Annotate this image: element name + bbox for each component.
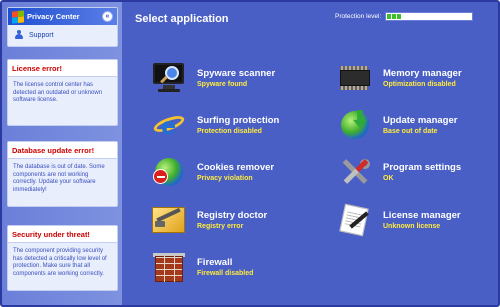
page-title: Select application bbox=[135, 13, 229, 25]
app-name: License manager bbox=[383, 210, 461, 221]
warning-title: Security under threat! bbox=[8, 226, 117, 243]
security-threat-panel: Security under threat! The component pro… bbox=[7, 225, 118, 291]
app-status: Base out of date bbox=[383, 128, 438, 135]
warning-text: The license control center has detected … bbox=[13, 82, 103, 103]
app-status: Registry error bbox=[197, 223, 244, 230]
privacy-center-header[interactable]: Privacy Center « bbox=[8, 8, 117, 25]
license-document-icon bbox=[338, 203, 372, 237]
app-license-manager[interactable]: License manager Unknown license bbox=[338, 201, 461, 239]
protection-level: Protection level: bbox=[335, 12, 474, 21]
app-firewall[interactable]: Firewall Firewall disabled bbox=[152, 248, 253, 286]
app-memory-manager[interactable]: Memory manager Optimization disabled bbox=[338, 59, 462, 97]
app-surfing-protection[interactable]: e Surfing protection Protection disabled bbox=[151, 106, 280, 144]
monitor-scan-icon bbox=[152, 61, 186, 95]
globe-block-icon bbox=[152, 155, 186, 189]
internet-explorer-icon: e bbox=[151, 108, 187, 142]
warning-text: The component providing security has det… bbox=[13, 248, 107, 277]
app-name: Firewall bbox=[197, 257, 233, 268]
support-user-icon bbox=[14, 30, 24, 40]
memory-chip-icon bbox=[338, 61, 372, 95]
database-error-panel: Database update error! The database is o… bbox=[7, 141, 118, 207]
app-program-settings[interactable]: Program settings OK bbox=[338, 153, 461, 191]
app-status: Unknown license bbox=[383, 223, 441, 230]
warning-title: Database update error! bbox=[8, 142, 117, 159]
warning-title: License error! bbox=[8, 60, 117, 77]
app-cookies-remover[interactable]: Cookies remover Privacy violation bbox=[152, 153, 274, 191]
app-status: Spyware found bbox=[197, 81, 248, 88]
windows-logo-icon bbox=[12, 9, 24, 24]
tools-icon bbox=[338, 155, 372, 189]
app-name: Program settings bbox=[383, 162, 462, 173]
app-name: Cookies remover bbox=[197, 162, 275, 173]
app-name: Memory manager bbox=[383, 68, 462, 79]
app-status: Firewall disabled bbox=[197, 270, 254, 277]
app-name: Registry doctor bbox=[197, 210, 268, 221]
app-status: Protection disabled bbox=[197, 128, 262, 135]
protection-level-label: Protection level: bbox=[335, 13, 382, 20]
privacy-center-panel: Privacy Center « Support bbox=[7, 7, 118, 47]
app-registry-doctor[interactable]: Registry doctor Registry error bbox=[152, 201, 267, 239]
brick-wall-icon bbox=[152, 250, 186, 284]
protection-level-meter bbox=[385, 12, 474, 21]
registry-tool-icon bbox=[152, 203, 186, 237]
globe-download-icon bbox=[338, 108, 372, 142]
support-label: Support bbox=[29, 31, 54, 39]
app-name: Surfing protection bbox=[197, 115, 280, 126]
app-update-manager[interactable]: Update manager Base out of date bbox=[338, 106, 457, 144]
support-link[interactable]: Support bbox=[8, 25, 117, 45]
app-name: Spyware scanner bbox=[197, 68, 276, 79]
app-status: Privacy violation bbox=[197, 175, 253, 182]
warning-text: The database is out of date. Some compon… bbox=[13, 164, 105, 193]
collapse-icon[interactable]: « bbox=[102, 11, 113, 22]
app-name: Update manager bbox=[383, 115, 458, 126]
app-window: Privacy Center « Support License error! … bbox=[0, 0, 500, 307]
app-status: OK bbox=[383, 175, 394, 182]
privacy-center-title: Privacy Center bbox=[27, 12, 80, 21]
license-error-panel: License error! The license control cente… bbox=[7, 59, 118, 126]
sidebar: Privacy Center « Support License error! … bbox=[2, 2, 122, 305]
app-spyware-scanner[interactable]: Spyware scanner Spyware found bbox=[152, 59, 275, 97]
app-status: Optimization disabled bbox=[383, 81, 456, 88]
